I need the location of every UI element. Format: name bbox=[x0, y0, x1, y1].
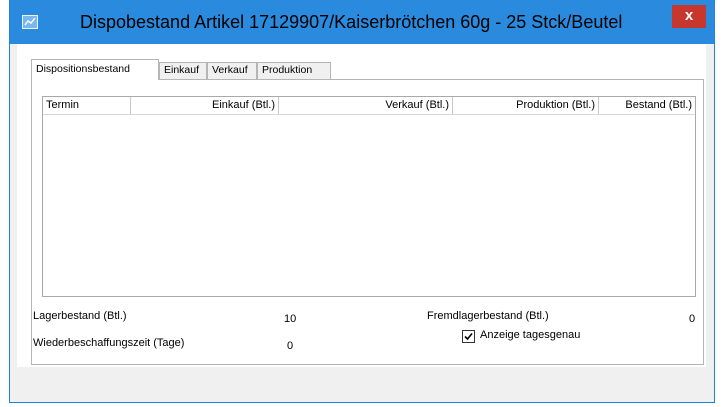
anzeige-tagesgenau-checkbox[interactable] bbox=[462, 330, 475, 343]
table-header: Termin Einkauf (Btl.) Verkauf (Btl.) Pro… bbox=[43, 97, 695, 115]
bestand-table[interactable]: Termin Einkauf (Btl.) Verkauf (Btl.) Pro… bbox=[42, 96, 696, 297]
tab-einkauf[interactable]: Einkauf bbox=[159, 62, 207, 79]
lagerbestand-value: 10 bbox=[284, 313, 297, 325]
tab-panel-dispositionsbestand: Termin Einkauf (Btl.) Verkauf (Btl.) Pro… bbox=[31, 79, 704, 365]
fremdlagerbestand-label: Fremdlagerbestand (Btl.) bbox=[427, 310, 549, 322]
column-header-verkauf[interactable]: Verkauf (Btl.) bbox=[279, 97, 453, 115]
tab-produktion[interactable]: Produktion bbox=[257, 62, 331, 79]
column-header-produktion[interactable]: Produktion (Btl.) bbox=[453, 97, 599, 115]
dialog-window: Dispobestand Artikel 17129907/Kaiserbröt… bbox=[9, 0, 715, 403]
anzeige-tagesgenau-label[interactable]: Anzeige tagesgenau bbox=[480, 329, 580, 341]
lagerbestand-label: Lagerbestand (Btl.) bbox=[33, 310, 127, 322]
fremdlagerbestand-value: 0 bbox=[689, 313, 696, 325]
column-header-termin[interactable]: Termin bbox=[43, 97, 131, 115]
wiederbeschaffungszeit-value: 0 bbox=[287, 340, 294, 352]
title-bar[interactable]: Dispobestand Artikel 17129907/Kaiserbröt… bbox=[10, 0, 714, 44]
dialog-content: Dispositionsbestand Einkauf Verkauf Prod… bbox=[17, 44, 706, 367]
tab-verkauf[interactable]: Verkauf bbox=[207, 62, 257, 79]
close-button[interactable]: x bbox=[672, 5, 706, 28]
tab-dispositionsbestand[interactable]: Dispositionsbestand bbox=[31, 59, 159, 80]
checkmark-icon bbox=[464, 332, 473, 341]
wiederbeschaffungszeit-label: Wiederbeschaffungszeit (Tage) bbox=[33, 337, 185, 349]
window-title: Dispobestand Artikel 17129907/Kaiserbröt… bbox=[80, 12, 623, 32]
chart-window-icon bbox=[22, 15, 38, 29]
column-header-bestand[interactable]: Bestand (Btl.) bbox=[599, 97, 695, 115]
column-header-einkauf[interactable]: Einkauf (Btl.) bbox=[131, 97, 279, 115]
